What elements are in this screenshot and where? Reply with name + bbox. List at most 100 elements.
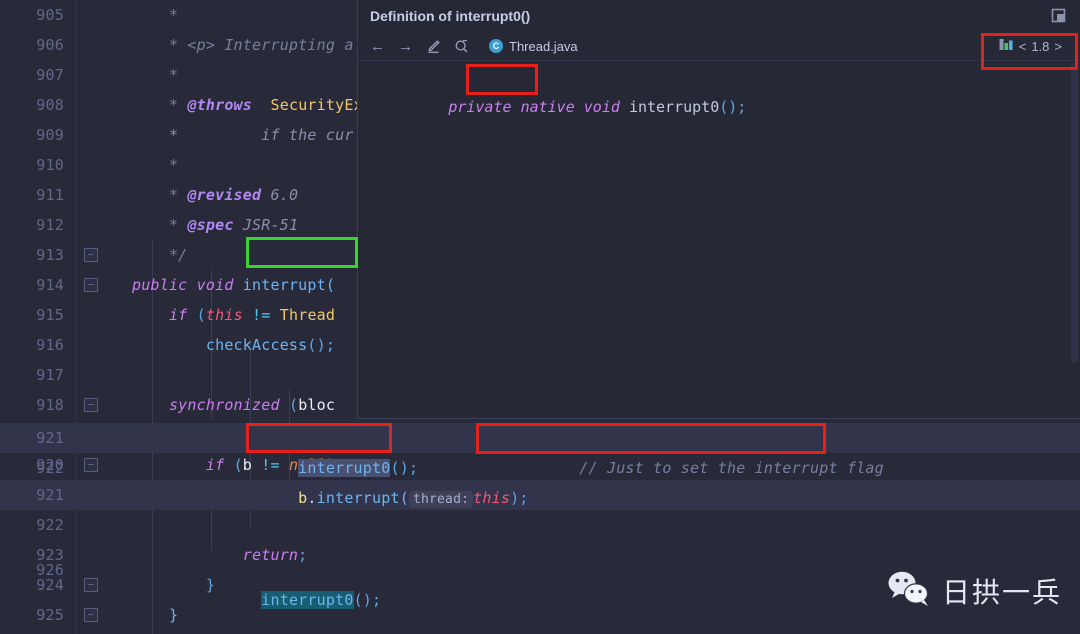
this-argument: this [473, 489, 511, 507]
version-next-arrow[interactable]: > [1054, 39, 1062, 54]
definition-popup[interactable]: Definition of interrupt0() ← → C Thread.… [357, 0, 1080, 419]
preview-settings-icon[interactable] [452, 37, 471, 56]
line-926-code[interactable]: interrupt0(); [132, 555, 381, 634]
call-parens: (); [353, 591, 382, 609]
token: this [205, 306, 243, 324]
code-line-922[interactable]: 922 b.interrupt(thread: this); [0, 453, 1080, 508]
line-912-code[interactable]: * @spec JSR-51 [132, 210, 298, 240]
fold-marker-open[interactable]: – [84, 248, 98, 262]
watermark-text: 日拱一兵 [941, 576, 1062, 609]
line-number: 914 [36, 276, 64, 294]
file-name: Thread.java [509, 38, 578, 54]
line-number: 906 [36, 36, 64, 54]
line-number: 908 [36, 96, 64, 114]
line-number: 926 [36, 561, 64, 579]
line-915-code[interactable]: if (this != Thread [132, 300, 335, 330]
line-918-code[interactable]: synchronized (bloc [132, 390, 335, 420]
line-906-code[interactable]: * <p> Interrupting a [132, 30, 354, 60]
parameter-hint: thread: [408, 491, 474, 508]
wechat-icon [887, 570, 931, 612]
popup-scrollbar[interactable] [1069, 61, 1080, 418]
jdk-version-badge[interactable]: < 1.8 > [993, 36, 1068, 56]
token: SecurityEx [270, 96, 363, 114]
token: * [168, 186, 188, 204]
line-909-code[interactable]: * if the cur [132, 120, 354, 150]
line-905-code[interactable]: * [132, 0, 178, 30]
code-line-921[interactable]: 921 interrupt0(); // Just to set the int… [0, 423, 1080, 477]
line-number: 918 [36, 396, 64, 414]
token: * [168, 216, 188, 234]
line-916-code[interactable]: checkAccess(); [132, 330, 335, 360]
token: public [132, 276, 188, 294]
fold-marker-open[interactable]: – [84, 608, 98, 622]
token: ; [325, 336, 336, 354]
call-tail: ); [510, 489, 529, 507]
line-number: 907 [36, 66, 64, 84]
line-913-code[interactable]: */ [132, 240, 187, 270]
line-910-code[interactable]: * [132, 150, 178, 180]
line-number: 922 [36, 459, 64, 477]
line-number: 909 [36, 126, 64, 144]
token: @revised [187, 186, 262, 204]
pencil-icon[interactable] [424, 37, 443, 56]
interrupt0-occurrence[interactable]: interrupt0 [261, 591, 354, 609]
token: != [252, 306, 271, 324]
line-number: 916 [36, 336, 64, 354]
line-907-code[interactable]: * [132, 60, 178, 90]
line-908-code[interactable]: * @throws SecurityEx [132, 90, 363, 120]
line-number: 912 [36, 216, 64, 234]
token: * [168, 96, 188, 114]
token: * [168, 156, 179, 174]
popup-toolbar[interactable]: ← → C Thread.java < 1.8 > [358, 32, 1080, 61]
token: () [307, 336, 326, 354]
screenshot-root: 905 * 906 * <p> Interrupting a 907 * 908 * … [0, 0, 1080, 634]
popup-scrollbar-thumb[interactable] [1071, 63, 1078, 363]
token: ( [196, 306, 206, 324]
line-911-code[interactable]: * @revised 6.0 [132, 180, 298, 210]
interrupt-method[interactable]: interrupt( [317, 489, 409, 507]
token: */ [168, 246, 188, 264]
line-number: 905 [36, 6, 64, 24]
line-number: 915 [36, 306, 64, 324]
fold-marker-closed[interactable]: – [84, 398, 98, 412]
token: synchronized [168, 396, 280, 414]
token: * [168, 66, 179, 84]
token: * if the cur [168, 126, 354, 144]
wechat-watermark: 日拱一兵 [887, 570, 1062, 612]
line-914-code[interactable]: public void interrupt( [132, 270, 335, 300]
back-icon[interactable]: ← [368, 37, 387, 56]
line-922-code[interactable]: b.interrupt(thread: this); [132, 453, 529, 545]
line-number: 913 [36, 246, 64, 264]
dot-operator: . [307, 489, 317, 507]
fold-marker-closed[interactable]: – [84, 278, 98, 292]
file-chip[interactable]: C Thread.java [489, 39, 578, 54]
forward-icon[interactable]: → [396, 37, 415, 56]
version-prev-arrow[interactable]: < [1019, 39, 1027, 54]
token: if [168, 306, 188, 324]
java-class-icon: C [489, 39, 503, 53]
version-value: 1.8 [1031, 38, 1050, 54]
method-tail: (); [719, 98, 747, 116]
token: ( [288, 396, 299, 414]
popup-definition-code[interactable]: private native void interrupt0(); [358, 61, 1080, 143]
popup-title: Definition of interrupt0() [370, 8, 531, 24]
restore-window-icon[interactable] [1051, 8, 1066, 23]
